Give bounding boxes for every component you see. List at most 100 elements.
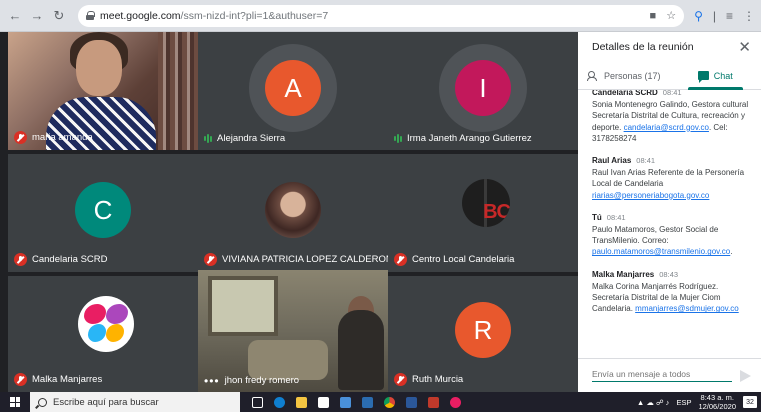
audio-level-icon xyxy=(394,134,402,144)
participant-name: Irma Janeth Arango Gutierrez xyxy=(407,133,532,144)
chat-messages[interactable]: Candelaria SCRD 08:41 Sonia Montenegro Ga… xyxy=(578,90,761,358)
message-text: Paulo Matamoros, Gestor Social de TransM… xyxy=(592,225,719,246)
edge-icon[interactable] xyxy=(268,392,290,412)
camera-icon[interactable]: ■ xyxy=(650,10,657,22)
participant-tile-maria-amanda[interactable]: maria amanda xyxy=(8,32,198,150)
participant-name: Alejandra Sierra xyxy=(217,133,286,144)
menu-kebab-icon[interactable]: ⋮ xyxy=(743,9,755,23)
chat-message: Tú 08:41 Paulo Matamoros, Gestor Social d… xyxy=(592,212,751,258)
video-background xyxy=(208,276,278,336)
address-bar[interactable]: meet.google.com/ssm-nizd-int?pli=1&authu… xyxy=(78,4,685,27)
chrome-icon[interactable] xyxy=(378,392,400,412)
chat-message: Candelaria SCRD 08:41 Sonia Montenegro Ga… xyxy=(592,90,751,144)
mic-off-icon xyxy=(394,373,407,386)
email-link[interactable]: paulo.matamoros@transmilenio.gov.co xyxy=(592,247,730,256)
avatar: A xyxy=(265,60,321,116)
audio-level-icon xyxy=(204,134,212,144)
back-icon[interactable]: ← xyxy=(6,7,24,25)
panel-title: Detalles de la reunión xyxy=(592,41,694,53)
participant-name: Centro Local Candelaria xyxy=(412,254,515,265)
participant-tile-jhon-fredy[interactable]: ••• jhon fredy romero xyxy=(198,270,388,392)
tab-chat[interactable]: Chat xyxy=(670,62,761,90)
avatar: C xyxy=(75,182,131,238)
mic-off-icon xyxy=(394,253,407,266)
clock[interactable]: 8:43 a. m. 12/06/2020 xyxy=(698,393,736,411)
bc-logo: BC xyxy=(462,179,510,227)
message-time: 08:43 xyxy=(659,269,679,279)
email-link[interactable]: mmanjarres@sdmujer.gov.co xyxy=(635,304,739,313)
message-time: 08:41 xyxy=(606,212,626,222)
notification-center-icon[interactable]: 32 xyxy=(743,396,757,408)
participant-tile-malka-manjarres[interactable]: Malka Manjarres xyxy=(8,276,198,392)
teams-icon[interactable] xyxy=(422,392,444,412)
close-icon[interactable]: ✕ xyxy=(738,38,751,56)
participant-tile-centro-local[interactable]: BC Centro Local Candelaria xyxy=(388,154,578,272)
message-text: Raul Ivan Arias Referente de la Personer… xyxy=(592,168,745,189)
participant-tile-viviana-lopez[interactable]: VIVIANA PATRICIA LOPEZ CALDERON xyxy=(198,154,388,272)
mic-off-icon xyxy=(14,131,27,144)
start-button[interactable] xyxy=(0,392,30,412)
reload-icon[interactable]: ↻ xyxy=(50,7,68,25)
taskbar-search[interactable]: Escribe aquí para buscar xyxy=(30,392,240,412)
language-indicator[interactable]: ESP xyxy=(676,398,691,407)
app-icon[interactable] xyxy=(444,392,466,412)
email-link[interactable]: riarias@personeriabogota.gov.co xyxy=(592,191,709,200)
email-link[interactable]: candelaria@scrd.gov.co xyxy=(624,123,709,132)
chat-message: Malka Manjarres 08:43 Malka Corina Manjar… xyxy=(592,269,751,315)
message-time: 08:41 xyxy=(662,90,682,97)
file-explorer-icon[interactable] xyxy=(290,392,312,412)
butterfly-avatar xyxy=(78,296,134,352)
participant-tile-ruth-murcia[interactable]: R Ruth Murcia xyxy=(388,276,578,392)
mic-off-icon xyxy=(204,253,217,266)
tab-people[interactable]: Personas (17) xyxy=(578,62,670,89)
tab-chat-label: Chat xyxy=(713,70,733,81)
profile-separator-icon: | xyxy=(712,8,716,23)
video-background xyxy=(158,32,198,150)
message-time: 08:41 xyxy=(636,156,656,166)
lock-icon xyxy=(86,11,95,20)
people-icon xyxy=(586,71,599,81)
participant-name: Ruth Murcia xyxy=(412,374,464,385)
clock-date: 12/06/2020 xyxy=(698,402,736,411)
meeting-details-panel: Detalles de la reunión ✕ Personas (17) C… xyxy=(578,32,761,392)
participant-tile-candelaria-scrd[interactable]: C Candelaria SCRD xyxy=(8,154,198,272)
word-icon[interactable] xyxy=(400,392,422,412)
participant-tile-irma-arango[interactable]: I Irma Janeth Arango Gutierrez xyxy=(388,32,578,150)
browser-toolbar: ← → ↻ meet.google.com/ssm-nizd-int?pli=1… xyxy=(0,0,761,32)
url-path: /ssm-nizd-int?pli=1&authuser=7 xyxy=(180,9,329,22)
participant-name: VIVIANA PATRICIA LOPEZ CALDERON xyxy=(222,254,388,265)
chat-icon xyxy=(697,71,709,83)
store-icon[interactable] xyxy=(312,392,334,412)
windows-taskbar: Escribe aquí para buscar ▲ ☁ ☍ ♪ ESP 8:4… xyxy=(0,392,761,412)
message-sender: Tú xyxy=(592,212,602,222)
forward-icon[interactable]: → xyxy=(28,7,46,25)
video-person-body xyxy=(338,310,384,390)
participant-name: Malka Manjarres xyxy=(32,374,103,385)
mail-icon[interactable] xyxy=(334,392,356,412)
chat-compose xyxy=(578,358,761,392)
meeting-grid: maria amanda A Alejandra Sierra I Irma J… xyxy=(0,32,578,392)
extension-icon[interactable]: ⚲ xyxy=(694,9,703,23)
clock-time: 8:43 a. m. xyxy=(700,393,734,402)
chat-message-input[interactable] xyxy=(592,369,732,382)
participant-name: maria amanda xyxy=(32,132,93,143)
photos-icon[interactable] xyxy=(356,392,378,412)
mic-off-icon xyxy=(14,373,27,386)
message-sender: Candelaria SCRD xyxy=(592,90,658,97)
avatar-photo xyxy=(265,182,321,238)
taskbar-search-placeholder: Escribe aquí para buscar xyxy=(53,396,159,408)
video-sofa xyxy=(248,340,328,380)
avatar: I xyxy=(455,60,511,116)
bookmark-star-icon[interactable]: ☆ xyxy=(666,9,676,22)
tab-people-label: Personas (17) xyxy=(603,70,661,81)
tray-icons[interactable]: ▲ ☁ ☍ ♪ xyxy=(637,398,670,407)
participant-tile-alejandra-sierra[interactable]: A Alejandra Sierra xyxy=(198,32,388,150)
chat-message: Raul Arias 08:41 Raul Ivan Arias Referent… xyxy=(592,155,751,201)
task-view-icon[interactable] xyxy=(246,392,268,412)
search-icon xyxy=(38,397,47,407)
extension-2-icon[interactable]: ≡ xyxy=(726,9,733,23)
mic-off-icon xyxy=(14,253,27,266)
participant-name: jhon fredy romero xyxy=(224,375,300,386)
more-dots-icon: ••• xyxy=(204,373,220,388)
send-icon[interactable] xyxy=(740,369,751,382)
